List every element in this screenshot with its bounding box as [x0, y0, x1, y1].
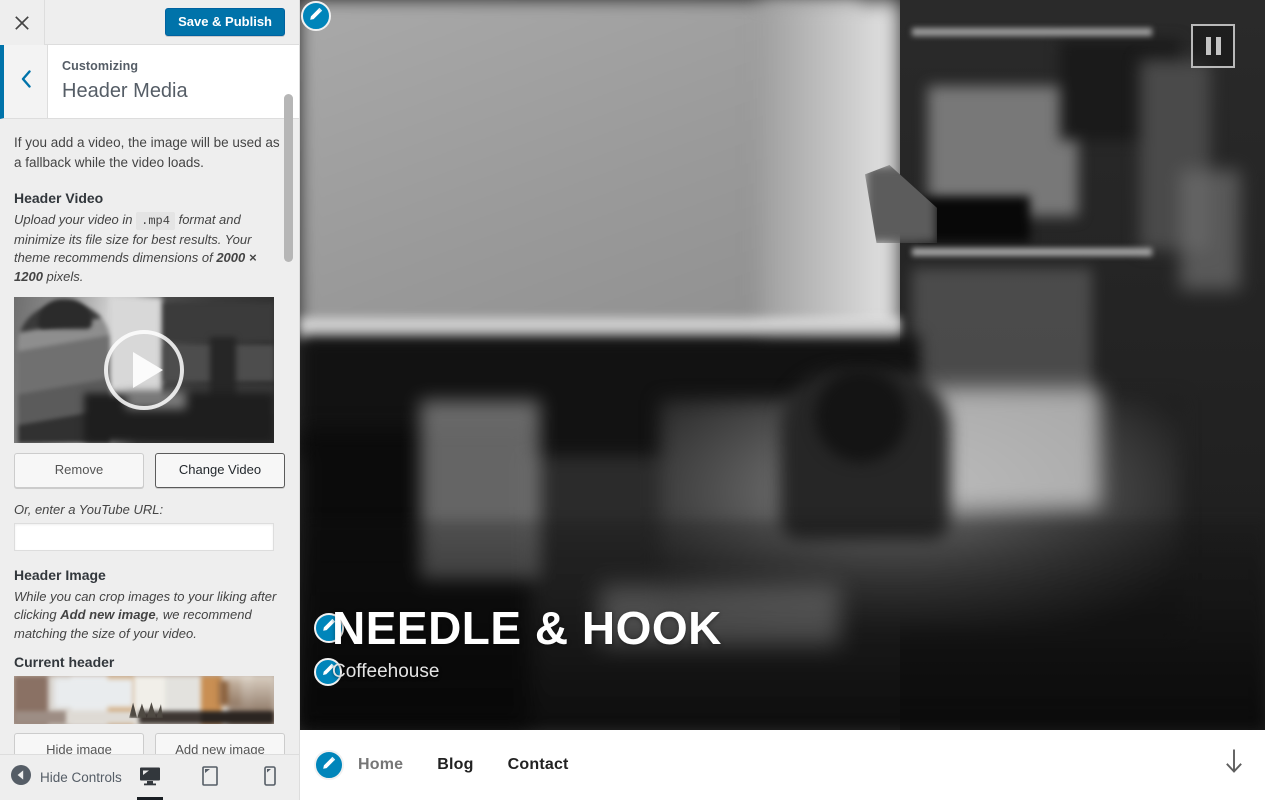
collapse-arrow-icon: [11, 765, 31, 790]
close-x-icon: [14, 15, 30, 31]
panel-header: Customizing Header Media: [0, 45, 299, 119]
remove-video-button[interactable]: Remove: [14, 453, 144, 488]
pause-icon-bar-2: [1215, 37, 1221, 55]
device-button-desktop[interactable]: [132, 755, 168, 800]
hero-header: NEEDLE & HOOK Coffeehouse: [300, 0, 1265, 730]
site-description: Coffeehouse: [332, 660, 440, 682]
customizer-screen: Save & Publish Customizing Header Media …: [0, 0, 1265, 800]
sidebar-scrollbar-thumb[interactable]: [284, 94, 293, 262]
header-video-label: Header Video: [14, 190, 104, 207]
scroll-down-button[interactable]: [1225, 749, 1243, 781]
hide-controls-label: Hide Controls: [40, 770, 122, 785]
device-button-mobile[interactable]: [252, 755, 288, 800]
youtube-url-input[interactable]: [14, 522, 274, 551]
back-to-panels-button[interactable]: [4, 45, 48, 118]
site-branding: NEEDLE & HOOK Coffeehouse: [314, 601, 722, 686]
header-image-label: Header Image: [14, 566, 106, 583]
site-description-row: Coffeehouse: [314, 658, 722, 686]
edit-header-media-button[interactable]: [301, 1, 331, 31]
sidebar-footer: Hide Controls: [0, 754, 299, 800]
arrow-down-icon: [1225, 749, 1243, 780]
nav-item-blog[interactable]: Blog: [437, 756, 473, 774]
edit-pencil-icon: [321, 755, 337, 776]
edit-menu-button[interactable]: [314, 750, 344, 780]
pause-video-button[interactable]: [1191, 24, 1235, 68]
panel-title-group: Customizing Header Media: [48, 45, 188, 118]
mobile-icon: [264, 765, 276, 791]
current-header-label: Current header: [14, 654, 115, 671]
chevron-left-icon: [20, 70, 32, 93]
video-preview-thumbnail[interactable]: [14, 297, 274, 444]
panel-content: If you add a video, the image will be us…: [0, 119, 299, 800]
header-video-desc-part1: Upload your video in: [14, 212, 133, 228]
tablet-icon: [202, 765, 218, 791]
pause-icon: [1205, 37, 1211, 55]
header-video-desc-part3: pixels.: [46, 269, 84, 285]
desktop-icon: [139, 766, 161, 791]
device-button-tablet[interactable]: [192, 755, 228, 800]
header-video-description: Upload your video in .mp4 format and min…: [14, 211, 285, 287]
video-button-row: Remove Change Video: [14, 453, 285, 488]
nav-links: Home Blog Contact: [358, 756, 569, 774]
page-title: Header Media: [62, 79, 188, 102]
play-icon[interactable]: [104, 330, 184, 411]
hide-controls-button[interactable]: Hide Controls: [0, 765, 122, 790]
nav-item-contact[interactable]: Contact: [508, 756, 569, 774]
mp4-format-code: .mp4: [136, 212, 175, 231]
youtube-url-label: Or, enter a YouTube URL:: [14, 501, 164, 517]
site-title-row: NEEDLE & HOOK: [314, 601, 722, 654]
customizer-sidebar: Save & Publish Customizing Header Media …: [0, 0, 300, 800]
change-video-button[interactable]: Change Video: [155, 453, 285, 488]
site-preview: NEEDLE & HOOK Coffeehouse Home Blog Cont…: [300, 0, 1265, 800]
customizer-top-bar: Save & Publish: [0, 0, 299, 45]
edit-pencil-icon: [308, 6, 324, 27]
sidebar-scrollbar-track[interactable]: [284, 46, 296, 730]
add-new-image-emphasis: Add new image: [60, 607, 156, 623]
header-image-description: While you can crop images to your liking…: [14, 588, 285, 645]
nav-item-home[interactable]: Home: [358, 756, 403, 774]
current-header-thumbnail[interactable]: [14, 676, 274, 725]
panel-intro-note: If you add a video, the image will be us…: [14, 135, 280, 170]
breadcrumb: Customizing: [62, 59, 139, 73]
site-title: NEEDLE & HOOK: [332, 601, 722, 654]
site-navigation: Home Blog Contact: [300, 730, 1265, 800]
close-customizer-button[interactable]: [0, 0, 45, 45]
save-and-publish-button[interactable]: Save & Publish: [165, 8, 285, 36]
device-preview-buttons: [132, 755, 288, 800]
